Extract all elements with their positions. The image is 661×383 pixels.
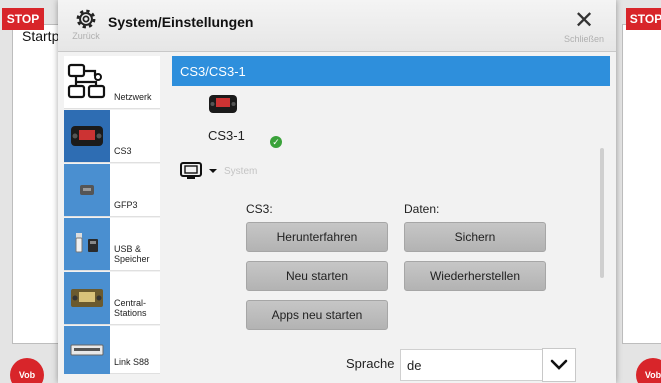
device-header[interactable]: CS3/CS3-1 <box>172 56 610 86</box>
back-label: Zurück <box>72 31 100 41</box>
restart-button[interactable]: Neu starten <box>246 261 388 291</box>
restart-apps-button[interactable]: Apps neu starten <box>246 300 388 330</box>
settings-dialog: Zurück System/Einstellungen ✕ Schließen … <box>58 0 616 383</box>
gfp3-module-icon <box>64 164 110 216</box>
stop-button-left[interactable]: STOP <box>2 8 44 30</box>
sidebar-item-link-s88[interactable]: Link S88 <box>64 325 160 374</box>
close-icon: ✕ <box>573 7 595 34</box>
system-selector[interactable]: System <box>180 162 257 180</box>
close-button[interactable]: ✕ Schließen <box>562 8 606 50</box>
chevron-down-icon <box>209 169 217 173</box>
backup-button[interactable]: Sichern <box>404 222 546 252</box>
cs3-device-icon <box>208 94 238 119</box>
central-station-icon <box>64 272 110 324</box>
usb-storage-icon <box>64 218 110 270</box>
sidebar-item-label: GFP3 <box>114 200 138 210</box>
sidebar: Netzwerk CS3 GFP3 USB & Speicher Central… <box>64 56 160 383</box>
dialog-title: System/Einstellungen <box>108 14 254 30</box>
sidebar-item-label: Link S88 <box>114 357 150 367</box>
language-dropdown-button[interactable] <box>542 348 576 382</box>
cs3-device-icon <box>64 110 110 162</box>
restore-button[interactable]: Wiederherstellen <box>404 261 546 291</box>
sidebar-item-label: Central- Stations <box>114 298 147 318</box>
device-name: CS3-1 <box>208 128 245 143</box>
sidebar-item-label: Netzwerk <box>114 92 152 102</box>
sidebar-item-gfp3[interactable]: GFP3 <box>64 164 160 217</box>
cs3-section-label: CS3: <box>246 202 273 216</box>
background-panel-right <box>622 24 661 344</box>
background-startpage-label: Startp <box>22 28 60 44</box>
sidebar-item-netzwerk[interactable]: Netzwerk <box>64 56 160 109</box>
link-s88-icon <box>64 325 110 374</box>
network-icon <box>64 56 110 108</box>
chevron-down-icon <box>550 359 568 370</box>
stop-button-right[interactable]: STOP <box>626 8 661 30</box>
main-panel: CS3/CS3-1 CS3-1 ✓ System CS3: Daten: Her… <box>172 56 612 383</box>
sidebar-item-cs3[interactable]: CS3 <box>64 110 160 163</box>
brand-logo-left: Vob <box>10 358 44 383</box>
sidebar-item-central-stations[interactable]: Central- Stations <box>64 272 160 325</box>
language-label: Sprache <box>346 356 395 371</box>
checkmark-ok-icon: ✓ <box>270 136 282 148</box>
back-button[interactable]: Zurück <box>68 6 104 46</box>
gear-icon <box>76 9 96 29</box>
scrollbar[interactable] <box>600 148 604 278</box>
titlebar: Zurück System/Einstellungen ✕ Schließen <box>58 0 616 52</box>
shutdown-button[interactable]: Herunterfahren <box>246 222 388 252</box>
system-label: System <box>224 165 258 177</box>
sidebar-item-label: USB & Speicher <box>114 244 150 264</box>
sidebar-item-usb-speicher[interactable]: USB & Speicher <box>64 218 160 271</box>
daten-section-label: Daten: <box>404 202 440 216</box>
brand-logo-right: Vob <box>636 358 661 383</box>
background-panel-left <box>12 24 62 344</box>
language-value: de <box>407 357 422 373</box>
monitor-icon <box>180 162 202 179</box>
sidebar-item-label: CS3 <box>114 146 132 156</box>
close-label: Schließen <box>563 34 605 44</box>
